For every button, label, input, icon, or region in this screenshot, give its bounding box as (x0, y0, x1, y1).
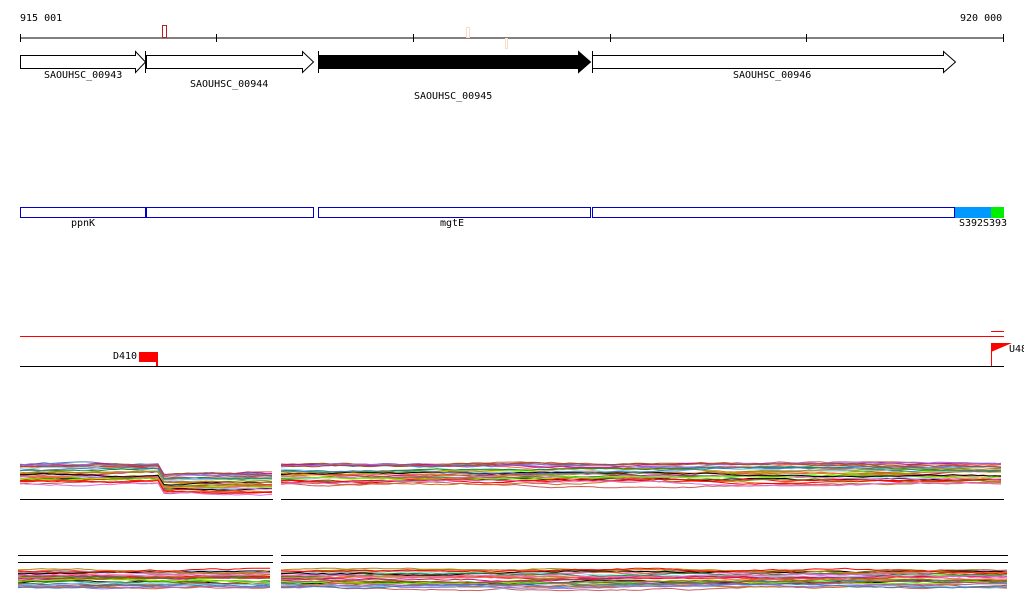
genome-browser-canvas (17, 25, 1012, 592)
expression-traces (17, 461, 1008, 592)
operon-box[interactable] (146, 207, 314, 218)
feature-track (20, 331, 1012, 367)
operon-box[interactable] (592, 207, 955, 218)
ruler (20, 25, 1004, 49)
operon-box-s393[interactable] (991, 207, 1004, 218)
operon-box[interactable] (318, 207, 591, 218)
operon-box-s392[interactable] (955, 207, 991, 218)
feature-u48-flag[interactable] (991, 343, 1012, 352)
gene-arrow-00945[interactable] (318, 50, 592, 74)
feature-d410[interactable] (139, 352, 158, 362)
gene-track (20, 50, 957, 74)
operon-box[interactable] (20, 207, 146, 218)
gene-arrow-00946[interactable] (592, 50, 957, 74)
gene-arrow-00943[interactable] (20, 50, 147, 74)
marker-icon (162, 25, 167, 38)
marker-icon (466, 27, 470, 38)
operon-track (20, 207, 1004, 218)
marker-icon (505, 38, 508, 49)
gene-arrow-00944[interactable] (146, 50, 315, 74)
